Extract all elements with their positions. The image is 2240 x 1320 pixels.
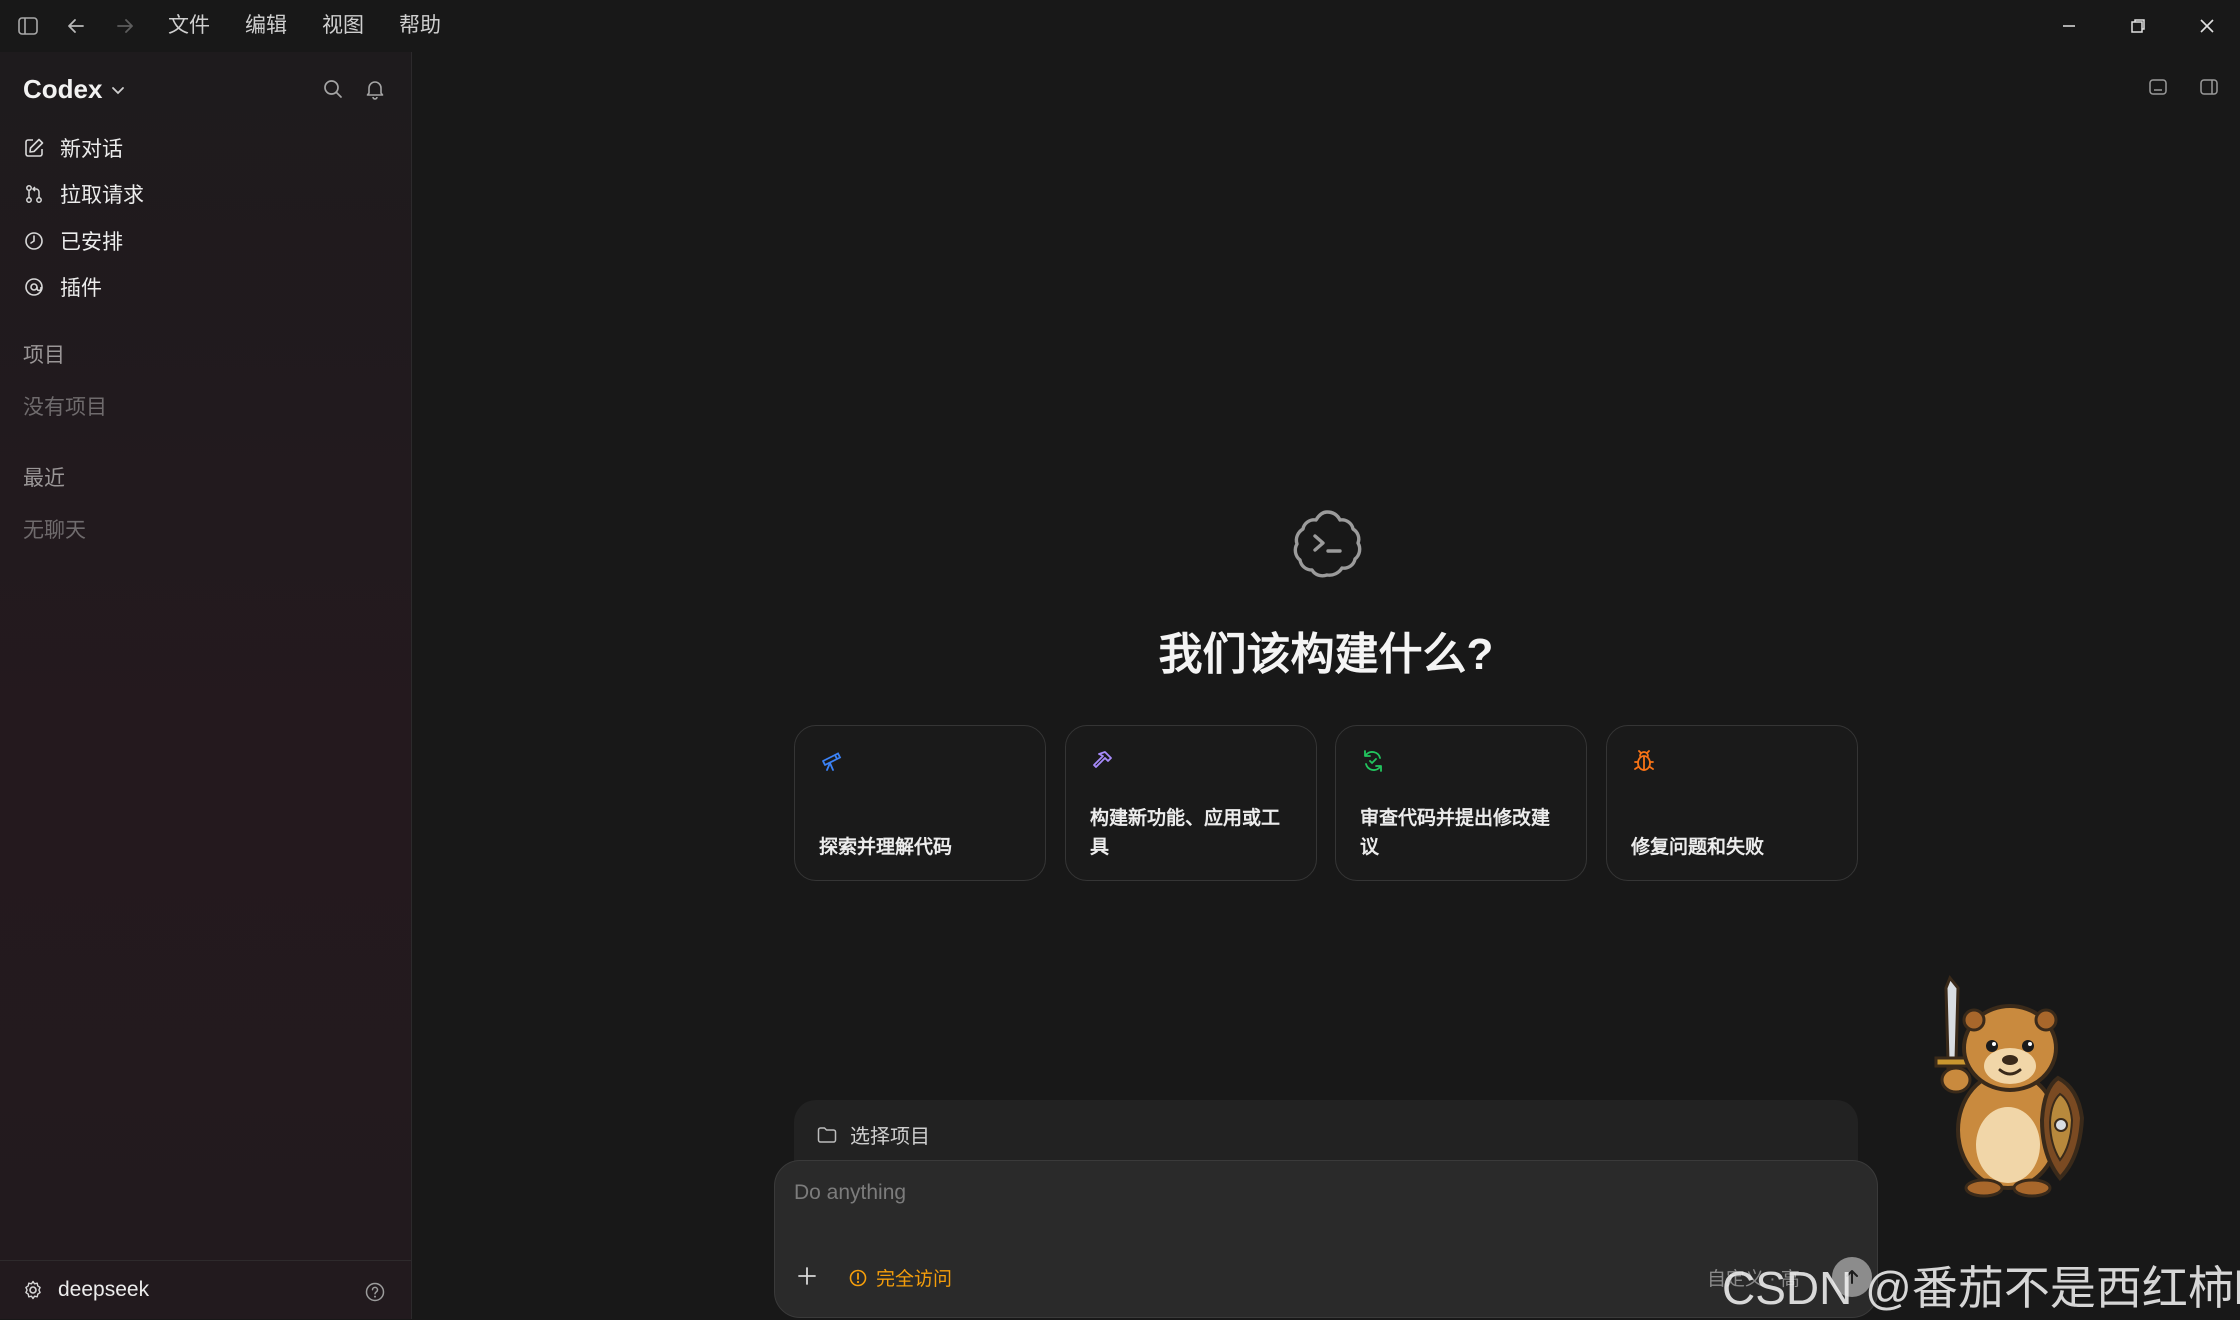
card-label: 审查代码并提出修改建议 bbox=[1360, 808, 1551, 858]
terminal-panel-icon[interactable] bbox=[2147, 76, 2169, 98]
card-label: 修复问题和失败 bbox=[1631, 837, 1765, 858]
right-panel-toggle-icon[interactable] bbox=[2198, 76, 2220, 98]
main-panel: 我们该构建什么? 探索并理解代码 构建新功能、应用或工具 审查代码并提出修改建议… bbox=[412, 52, 2240, 1319]
sidebar-toggle-icon[interactable] bbox=[15, 13, 41, 39]
sidebar-item-label: 插件 bbox=[60, 277, 102, 300]
telescope-icon bbox=[819, 748, 845, 774]
recent-heading: 最近 bbox=[23, 467, 65, 490]
restore-button[interactable] bbox=[2118, 10, 2158, 42]
menu-view[interactable]: 视图 bbox=[322, 11, 364, 41]
help-icon[interactable] bbox=[364, 1281, 386, 1303]
suggestion-card-review[interactable]: 审查代码并提出修改建议 bbox=[1335, 725, 1587, 881]
warning-icon bbox=[849, 1269, 867, 1286]
hero-title: 我们该构建什么? bbox=[1158, 630, 1494, 679]
user-settings-button[interactable]: deepseek bbox=[22, 1278, 149, 1302]
suggestion-card-explore[interactable]: 探索并理解代码 bbox=[794, 725, 1046, 881]
suggestion-card-fix[interactable]: 修复问题和失败 bbox=[1606, 725, 1858, 881]
minimize-button[interactable] bbox=[2049, 10, 2089, 42]
access-mode-label: 完全访问 bbox=[876, 1269, 953, 1290]
restore-icon bbox=[2131, 19, 2145, 33]
projects-empty: 没有项目 bbox=[23, 396, 107, 419]
minimize-icon bbox=[2063, 25, 2075, 27]
back-arrow-icon[interactable] bbox=[63, 13, 89, 39]
sidebar-item-label: 拉取请求 bbox=[60, 184, 144, 207]
otter-mascot-image bbox=[1920, 970, 2090, 1200]
chevron-down-icon bbox=[112, 86, 125, 94]
close-button[interactable] bbox=[2187, 10, 2227, 42]
clock-icon bbox=[22, 229, 46, 253]
sidebar-item-scheduled[interactable]: 已安排 bbox=[22, 226, 123, 256]
hammer-icon bbox=[1090, 748, 1116, 774]
codex-logo-icon bbox=[1290, 506, 1364, 580]
title-bar: 文件 编辑 视图 帮助 bbox=[0, 0, 2240, 52]
suggestion-card-build[interactable]: 构建新功能、应用或工具 bbox=[1065, 725, 1317, 881]
sidebar-item-label: 已安排 bbox=[60, 231, 123, 254]
sidebar-item-label: 新对话 bbox=[60, 138, 123, 161]
plugin-icon bbox=[22, 275, 46, 299]
folder-icon bbox=[817, 1126, 837, 1143]
refresh-icon bbox=[1360, 748, 1386, 774]
forward-arrow-icon[interactable] bbox=[112, 13, 138, 39]
bell-icon[interactable] bbox=[364, 78, 386, 100]
sidebar-footer: deepseek bbox=[0, 1260, 411, 1320]
close-icon bbox=[2200, 19, 2214, 33]
menu-edit[interactable]: 编辑 bbox=[245, 11, 287, 41]
card-label: 构建新功能、应用或工具 bbox=[1090, 808, 1281, 858]
projects-heading: 项目 bbox=[23, 344, 65, 367]
recent-empty: 无聊天 bbox=[23, 519, 86, 542]
user-name: deepseek bbox=[58, 1278, 150, 1301]
edit-icon bbox=[22, 136, 46, 160]
menu-help[interactable]: 帮助 bbox=[399, 11, 441, 41]
gear-icon bbox=[25, 1280, 41, 1300]
project-selector[interactable]: 选择项目 bbox=[794, 1100, 1858, 1166]
plus-icon bbox=[798, 1267, 816, 1285]
search-icon[interactable] bbox=[322, 78, 344, 100]
composer: Do anything 完全访问 自定义 · 高 bbox=[774, 1160, 1878, 1318]
csdn-watermark: CSDN @番茄不是西红柿kk bbox=[1722, 1262, 2240, 1314]
sidebar-item-new-chat[interactable]: 新对话 bbox=[22, 133, 123, 163]
sidebar: Codex 新对话 拉取请求 已安排 插件 项目 没有项目 最近 无聊天 dee… bbox=[0, 52, 412, 1319]
workspace-switcher[interactable]: Codex bbox=[23, 74, 126, 105]
pull-request-icon bbox=[22, 182, 46, 206]
sidebar-item-plugins[interactable]: 插件 bbox=[22, 272, 102, 302]
access-mode-button[interactable]: 完全访问 bbox=[848, 1264, 952, 1291]
bug-icon bbox=[1631, 748, 1657, 774]
brand-name: Codex bbox=[23, 74, 103, 104]
menu-file[interactable]: 文件 bbox=[168, 11, 210, 41]
sidebar-item-pull-requests[interactable]: 拉取请求 bbox=[22, 179, 144, 209]
add-attachment-button[interactable] bbox=[795, 1264, 819, 1288]
project-select-label: 选择项目 bbox=[850, 1126, 930, 1148]
prompt-input[interactable]: Do anything bbox=[794, 1181, 906, 1205]
card-label: 探索并理解代码 bbox=[819, 837, 953, 858]
